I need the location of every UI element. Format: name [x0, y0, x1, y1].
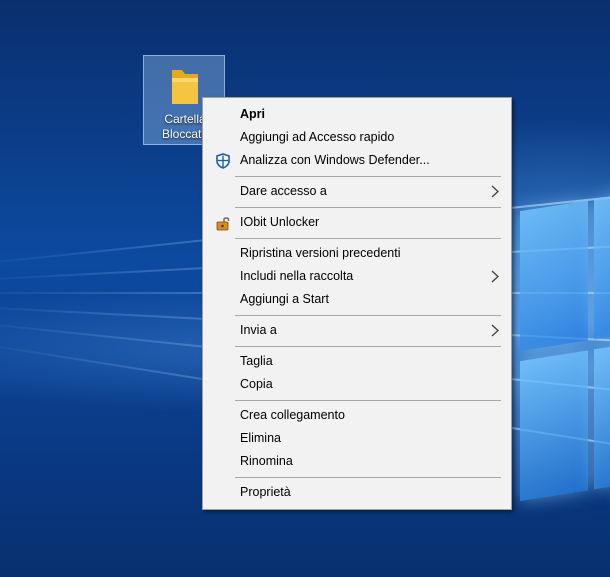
menu-item-analizza-windows-defender[interactable]: Analizza con Windows Defender... — [205, 149, 509, 172]
menu-item-proprieta[interactable]: Proprietà — [205, 481, 509, 504]
chevron-right-icon — [491, 185, 499, 198]
iobit-unlocker-icon — [216, 217, 230, 231]
menu-separator — [235, 207, 501, 208]
menu-item-elimina[interactable]: Elimina — [205, 427, 509, 450]
menu-item-rinomina[interactable]: Rinomina — [205, 450, 509, 473]
chevron-right-icon — [491, 324, 499, 337]
windows-defender-icon — [216, 153, 230, 169]
menu-separator — [235, 346, 501, 347]
folder-icon — [172, 70, 198, 104]
menu-item-apri[interactable]: Apri — [205, 103, 509, 126]
menu-separator — [235, 477, 501, 478]
menu-item-includi-raccolta[interactable]: Includi nella raccolta — [205, 265, 509, 288]
menu-item-aggiungi-accesso-rapido[interactable]: Aggiungi ad Accesso rapido — [205, 126, 509, 149]
context-menu: Apri Aggiungi ad Accesso rapido Analizza… — [202, 97, 512, 510]
menu-item-aggiungi-start[interactable]: Aggiungi a Start — [205, 288, 509, 311]
menu-item-taglia[interactable]: Taglia — [205, 350, 509, 373]
chevron-right-icon — [491, 270, 499, 283]
windows-logo-wallpaper — [520, 188, 610, 531]
menu-item-crea-collegamento[interactable]: Crea collegamento — [205, 404, 509, 427]
menu-separator — [235, 238, 501, 239]
menu-item-invia-a[interactable]: Invia a — [205, 319, 509, 342]
menu-item-dare-accesso[interactable]: Dare accesso a — [205, 180, 509, 203]
menu-separator — [235, 400, 501, 401]
menu-item-iobit-unlocker[interactable]: IObit Unlocker — [205, 211, 509, 234]
menu-item-ripristina-versioni[interactable]: Ripristina versioni precedenti — [205, 242, 509, 265]
menu-separator — [235, 315, 501, 316]
menu-separator — [235, 176, 501, 177]
menu-item-copia[interactable]: Copia — [205, 373, 509, 396]
